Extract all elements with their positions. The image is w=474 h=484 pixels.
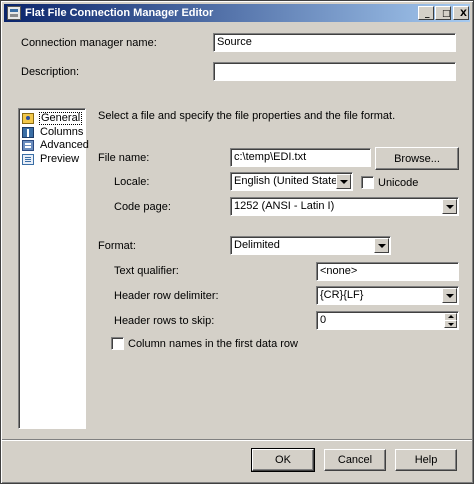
chevron-down-icon[interactable] xyxy=(442,199,457,214)
column-names-label: Column names in the first data row xyxy=(128,338,298,350)
columns-icon xyxy=(22,127,34,138)
file-name-label: File name: xyxy=(98,152,150,164)
footer-separator xyxy=(2,439,472,441)
nav-item-label: Preview xyxy=(40,153,80,165)
format-value: Delimited xyxy=(234,239,280,251)
flat-file-connection-manager-editor-window: Flat File Connection Manager Editor _ □ … xyxy=(0,0,474,484)
instruction-text: Select a file and specify the file prope… xyxy=(98,110,396,122)
text-qualifier-input[interactable]: <none> xyxy=(316,262,459,281)
file-name-input[interactable]: c:\temp\EDI.txt xyxy=(230,148,371,167)
header-rows-to-skip-stepper[interactable]: 0 xyxy=(316,311,459,330)
nav-item-label: Advanced xyxy=(40,139,89,151)
page-navigation-list: General Columns Advanced Preview xyxy=(18,108,89,429)
code-page-value: 1252 (ANSI - Latin I) xyxy=(234,200,335,212)
chevron-down-icon[interactable] xyxy=(374,238,389,253)
connection-name-label: Connection manager name: xyxy=(21,37,157,49)
maximize-button[interactable]: □ xyxy=(435,6,451,20)
format-select[interactable]: Delimited xyxy=(230,236,391,255)
title-bar[interactable]: Flat File Connection Manager Editor _ □ … xyxy=(4,4,470,22)
code-page-label: Code page: xyxy=(114,201,171,213)
header-row-delimiter-label: Header row delimiter: xyxy=(114,290,219,302)
unicode-label: Unicode xyxy=(378,177,419,189)
chevron-down-icon[interactable] xyxy=(336,174,351,189)
header-row-delimiter-select[interactable]: {CR}{LF} xyxy=(316,286,459,305)
chevron-down-icon[interactable] xyxy=(442,288,457,303)
nav-item-label: General xyxy=(39,112,83,125)
description-label: Description: xyxy=(21,66,80,78)
browse-button[interactable]: Browse... xyxy=(375,147,459,170)
nav-item-preview[interactable]: Preview xyxy=(22,153,84,166)
code-page-select[interactable]: 1252 (ANSI - Latin I) xyxy=(230,197,459,216)
close-button[interactable]: X xyxy=(453,6,469,20)
nav-item-label: Columns xyxy=(40,126,84,138)
header-rows-to-skip-value: 0 xyxy=(320,314,327,326)
unicode-checkbox[interactable] xyxy=(361,176,374,189)
nav-item-general[interactable]: General xyxy=(22,112,84,125)
ok-button[interactable]: OK xyxy=(251,448,315,472)
general-icon xyxy=(22,113,34,124)
window-title: Flat File Connection Manager Editor xyxy=(25,7,214,19)
help-button[interactable]: Help xyxy=(395,449,457,471)
column-names-checkbox[interactable] xyxy=(111,337,124,350)
header-row-delimiter-value: {CR}{LF} xyxy=(320,289,364,301)
header-rows-to-skip-label: Header rows to skip: xyxy=(114,315,215,327)
text-qualifier-label: Text qualifier: xyxy=(114,265,179,277)
format-label: Format: xyxy=(98,240,136,252)
locale-select[interactable]: English (United States) xyxy=(230,172,353,191)
minimize-button[interactable]: _ xyxy=(418,6,434,20)
app-icon xyxy=(7,6,21,20)
nav-item-advanced[interactable]: Advanced xyxy=(22,139,89,152)
advanced-icon xyxy=(22,140,34,151)
connection-name-input[interactable]: Source xyxy=(213,33,456,52)
cancel-button[interactable]: Cancel xyxy=(324,449,386,471)
spin-down-icon[interactable] xyxy=(444,320,457,328)
spin-buttons xyxy=(444,313,457,328)
locale-value: English (United States) xyxy=(234,175,347,187)
locale-label: Locale: xyxy=(114,176,150,188)
description-input[interactable] xyxy=(213,62,456,81)
preview-icon xyxy=(22,154,34,165)
nav-item-columns[interactable]: Columns xyxy=(22,126,84,139)
